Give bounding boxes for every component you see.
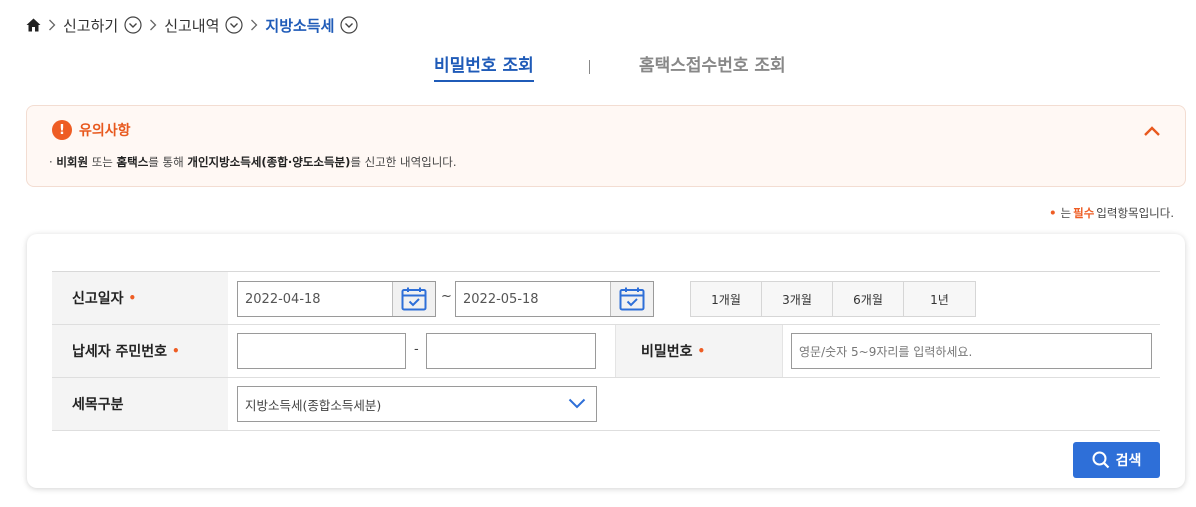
- required-star: •: [172, 344, 180, 358]
- search-button-label: 검색: [1115, 453, 1142, 469]
- notice-text-part: 비회원: [56, 155, 89, 169]
- form-row-tax-type: 세목구분 지방소득세(종합소득세분): [52, 378, 1160, 431]
- notice-text-part: 또는: [88, 155, 117, 169]
- calendar-icon[interactable]: [392, 282, 435, 316]
- exclamation-icon: !: [52, 120, 72, 140]
- breadcrumb-label: 신고하기: [63, 16, 119, 35]
- tax-type-select[interactable]: 지방소득세(종합소득세분): [237, 386, 597, 422]
- home-icon[interactable]: [25, 17, 41, 33]
- notice-text-part: 홈택스: [116, 155, 149, 169]
- report-date-label: 신고일자 •: [52, 272, 228, 324]
- search-icon: [1092, 451, 1109, 469]
- end-date-value: 2022-05-18: [463, 291, 539, 307]
- period-3-months-button[interactable]: 3개월: [762, 282, 833, 316]
- tax-type-label: 세목구분: [52, 378, 228, 430]
- required-note-keyword: 필수: [1073, 206, 1095, 220]
- password-input[interactable]: 영문/숫자 5~9자리를 입력하세요.: [791, 333, 1152, 369]
- resident-id-front-input[interactable]: [237, 333, 406, 369]
- search-form-card: 신고일자 • 2022-04-18 ~ 2022-05-18 1개월 3개월 6…: [27, 234, 1185, 488]
- tax-type-selected-value: 지방소득세(종합소득세분): [245, 397, 382, 413]
- notice-text-part: 를 통해: [148, 155, 188, 169]
- password-placeholder: 영문/숫자 5~9자리를 입력하세요.: [799, 344, 973, 359]
- required-dot: •: [1049, 206, 1057, 220]
- required-field-note: • 는 필수 입력항목입니다.: [1049, 205, 1174, 221]
- period-1-month-button[interactable]: 1개월: [691, 282, 762, 316]
- notice-text-part: 를 신고한 내역입니다.: [350, 155, 457, 169]
- start-date-field[interactable]: 2022-04-18: [237, 281, 436, 317]
- breadcrumb: 신고하기 신고내역 지방소득세: [25, 14, 359, 36]
- breadcrumb-item-history[interactable]: 신고내역: [164, 15, 244, 36]
- tab-divider: [589, 60, 590, 74]
- lookup-tabs: 비밀번호 조회 홈택스접수번호 조회: [0, 52, 1196, 82]
- password-label-text: 비밀번호: [641, 344, 693, 360]
- breadcrumb-label: 신고내역: [164, 16, 220, 35]
- taxpayer-id-label-text: 납세자 주민번호: [72, 344, 168, 360]
- resident-id-back-input[interactable]: [426, 333, 596, 369]
- breadcrumb-item-local-income-tax[interactable]: 지방소득세: [265, 15, 359, 36]
- period-1-year-button[interactable]: 1년: [904, 282, 975, 316]
- form-row-taxpayer: 납세자 주민번호 • - 비밀번호 • 영문/숫자 5~9자리를 입력하세요.: [52, 325, 1160, 378]
- period-quick-select: 1개월 3개월 6개월 1년: [690, 281, 976, 317]
- chevron-right-icon: [45, 14, 59, 36]
- notice-title: 유의사항: [79, 123, 131, 139]
- breadcrumb-label: 지방소득세: [265, 16, 335, 35]
- tax-type-label-text: 세목구분: [72, 397, 124, 413]
- chevron-down-circle-icon[interactable]: [124, 16, 142, 34]
- required-star: •: [697, 344, 706, 358]
- chevron-up-icon[interactable]: [1143, 122, 1161, 136]
- chevron-down-icon: [568, 397, 586, 412]
- required-note-suffix: 입력항목입니다.: [1096, 206, 1174, 220]
- required-star: •: [128, 291, 137, 305]
- chevron-down-circle-icon[interactable]: [340, 16, 359, 34]
- taxpayer-id-label: 납세자 주민번호 •: [52, 325, 228, 377]
- calendar-icon[interactable]: [610, 282, 653, 316]
- report-date-label-text: 신고일자: [72, 291, 124, 307]
- period-6-months-button[interactable]: 6개월: [833, 282, 904, 316]
- notice-panel: ! 유의사항 · 비회원 또는 홈택스를 통해 개인지방소득세(종합·양도소득분…: [26, 105, 1186, 187]
- tab-hometax-receipt-lookup[interactable]: 홈택스접수번호 조회: [639, 52, 786, 80]
- start-date-value: 2022-04-18: [245, 291, 321, 307]
- end-date-field[interactable]: 2022-05-18: [455, 281, 654, 317]
- notice-header: ! 유의사항: [52, 120, 131, 140]
- breadcrumb-item-report[interactable]: 신고하기: [63, 15, 142, 36]
- form-row-report-date: 신고일자 • 2022-04-18 ~ 2022-05-18 1개월 3개월 6…: [52, 272, 1160, 325]
- password-label: 비밀번호 •: [615, 325, 783, 377]
- notice-text: · 비회원 또는 홈택스를 통해 개인지방소득세(종합·양도소득분)를 신고한 …: [49, 154, 457, 170]
- tab-password-lookup[interactable]: 비밀번호 조회: [434, 52, 534, 82]
- chevron-right-icon: [247, 14, 261, 36]
- search-form-table: 신고일자 • 2022-04-18 ~ 2022-05-18 1개월 3개월 6…: [52, 271, 1160, 431]
- required-note-prefix: 는: [1060, 206, 1072, 220]
- date-range-tilde: ~: [441, 289, 452, 304]
- search-button[interactable]: 검색: [1073, 442, 1160, 478]
- notice-text-part: 개인지방소득세(종합·양도소득분): [187, 155, 351, 169]
- chevron-down-circle-icon[interactable]: [225, 16, 244, 34]
- resident-id-dash: -: [414, 342, 419, 357]
- chevron-right-icon: [146, 14, 160, 36]
- notice-bullet: ·: [49, 155, 53, 169]
